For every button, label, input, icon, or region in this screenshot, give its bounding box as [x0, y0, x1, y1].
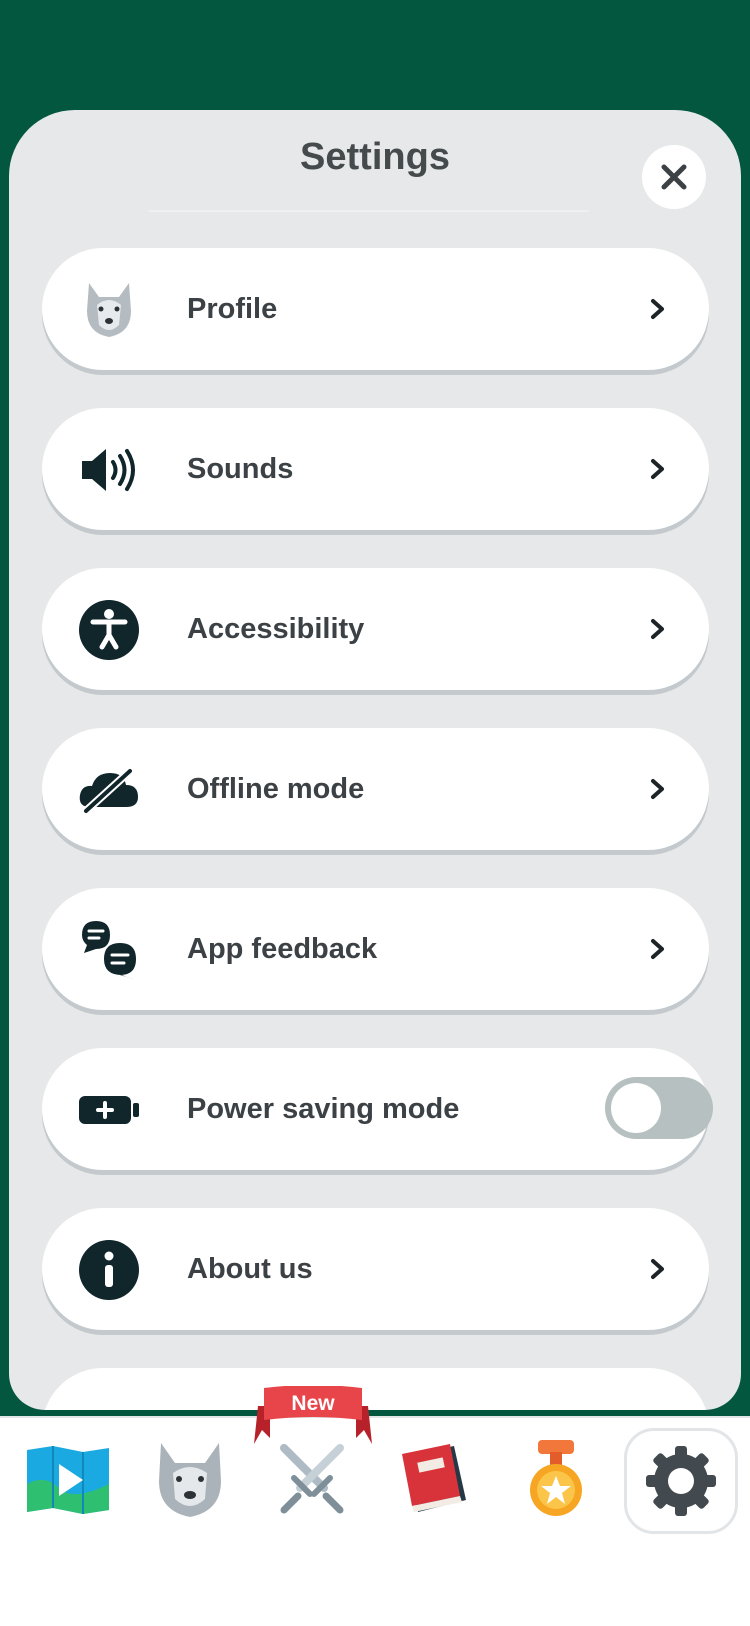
settings-row-app-feedback[interactable]: App feedback: [42, 888, 709, 1010]
new-badge-label: New: [291, 1392, 335, 1415]
settings-row-profile[interactable]: Profile: [42, 248, 709, 370]
chevron-right-icon: [651, 1259, 664, 1279]
map-icon: [27, 1446, 109, 1514]
accessibility-icon: [78, 599, 140, 661]
chevron-right-icon: [651, 619, 664, 639]
nav-settings[interactable]: [624, 1428, 738, 1534]
title-divider: [149, 210, 589, 212]
partial-row-icon: [78, 1402, 140, 1410]
chevron-right-icon: [651, 779, 664, 799]
toggle-knob: [611, 1083, 661, 1133]
close-icon: [661, 164, 687, 190]
gear-icon: [646, 1446, 716, 1516]
settings-row-about-us[interactable]: About us: [42, 1208, 709, 1330]
close-button[interactable]: [642, 145, 706, 209]
chevron-right-icon: [651, 939, 664, 959]
speaker-icon: [78, 439, 140, 501]
settings-row-label: Power saving mode: [187, 1093, 460, 1125]
settings-row-partial[interactable]: [42, 1368, 709, 1410]
nav-library[interactable]: [384, 1430, 484, 1530]
settings-row-label: App feedback: [187, 933, 378, 965]
chat-bubbles-icon: [78, 919, 140, 981]
settings-row-label: Offline mode: [187, 773, 365, 805]
nav-map[interactable]: [18, 1430, 118, 1530]
settings-row-power-saving: Power saving mode: [42, 1048, 713, 1170]
bottom-navigation: [0, 1416, 750, 1548]
settings-row-label: About us: [187, 1253, 313, 1285]
settings-panel: Settings Profile Sounds Accessibility Of…: [9, 110, 741, 1410]
book-icon: [402, 1444, 466, 1512]
medal-icon: [530, 1440, 582, 1516]
wolf-avatar-icon: [78, 279, 140, 341]
chevron-right-icon: [651, 299, 664, 319]
settings-row-sounds[interactable]: Sounds: [42, 408, 709, 530]
power-saving-toggle[interactable]: [605, 1077, 713, 1139]
settings-row-label: Sounds: [187, 453, 294, 485]
chevron-right-icon: [651, 459, 664, 479]
nav-profile[interactable]: [140, 1430, 240, 1530]
nav-achievements[interactable]: [506, 1430, 606, 1530]
battery-icon: [78, 1079, 140, 1141]
settings-row-label: Profile: [187, 293, 278, 325]
cloud-off-icon: [78, 759, 140, 821]
page-title: Settings: [300, 136, 450, 178]
settings-row-offline-mode[interactable]: Offline mode: [42, 728, 709, 850]
settings-row-label: Accessibility: [187, 613, 365, 645]
settings-row-accessibility[interactable]: Accessibility: [42, 568, 709, 690]
info-icon: [78, 1239, 140, 1301]
wolf-icon: [159, 1443, 221, 1517]
swords-icon: [280, 1444, 344, 1514]
